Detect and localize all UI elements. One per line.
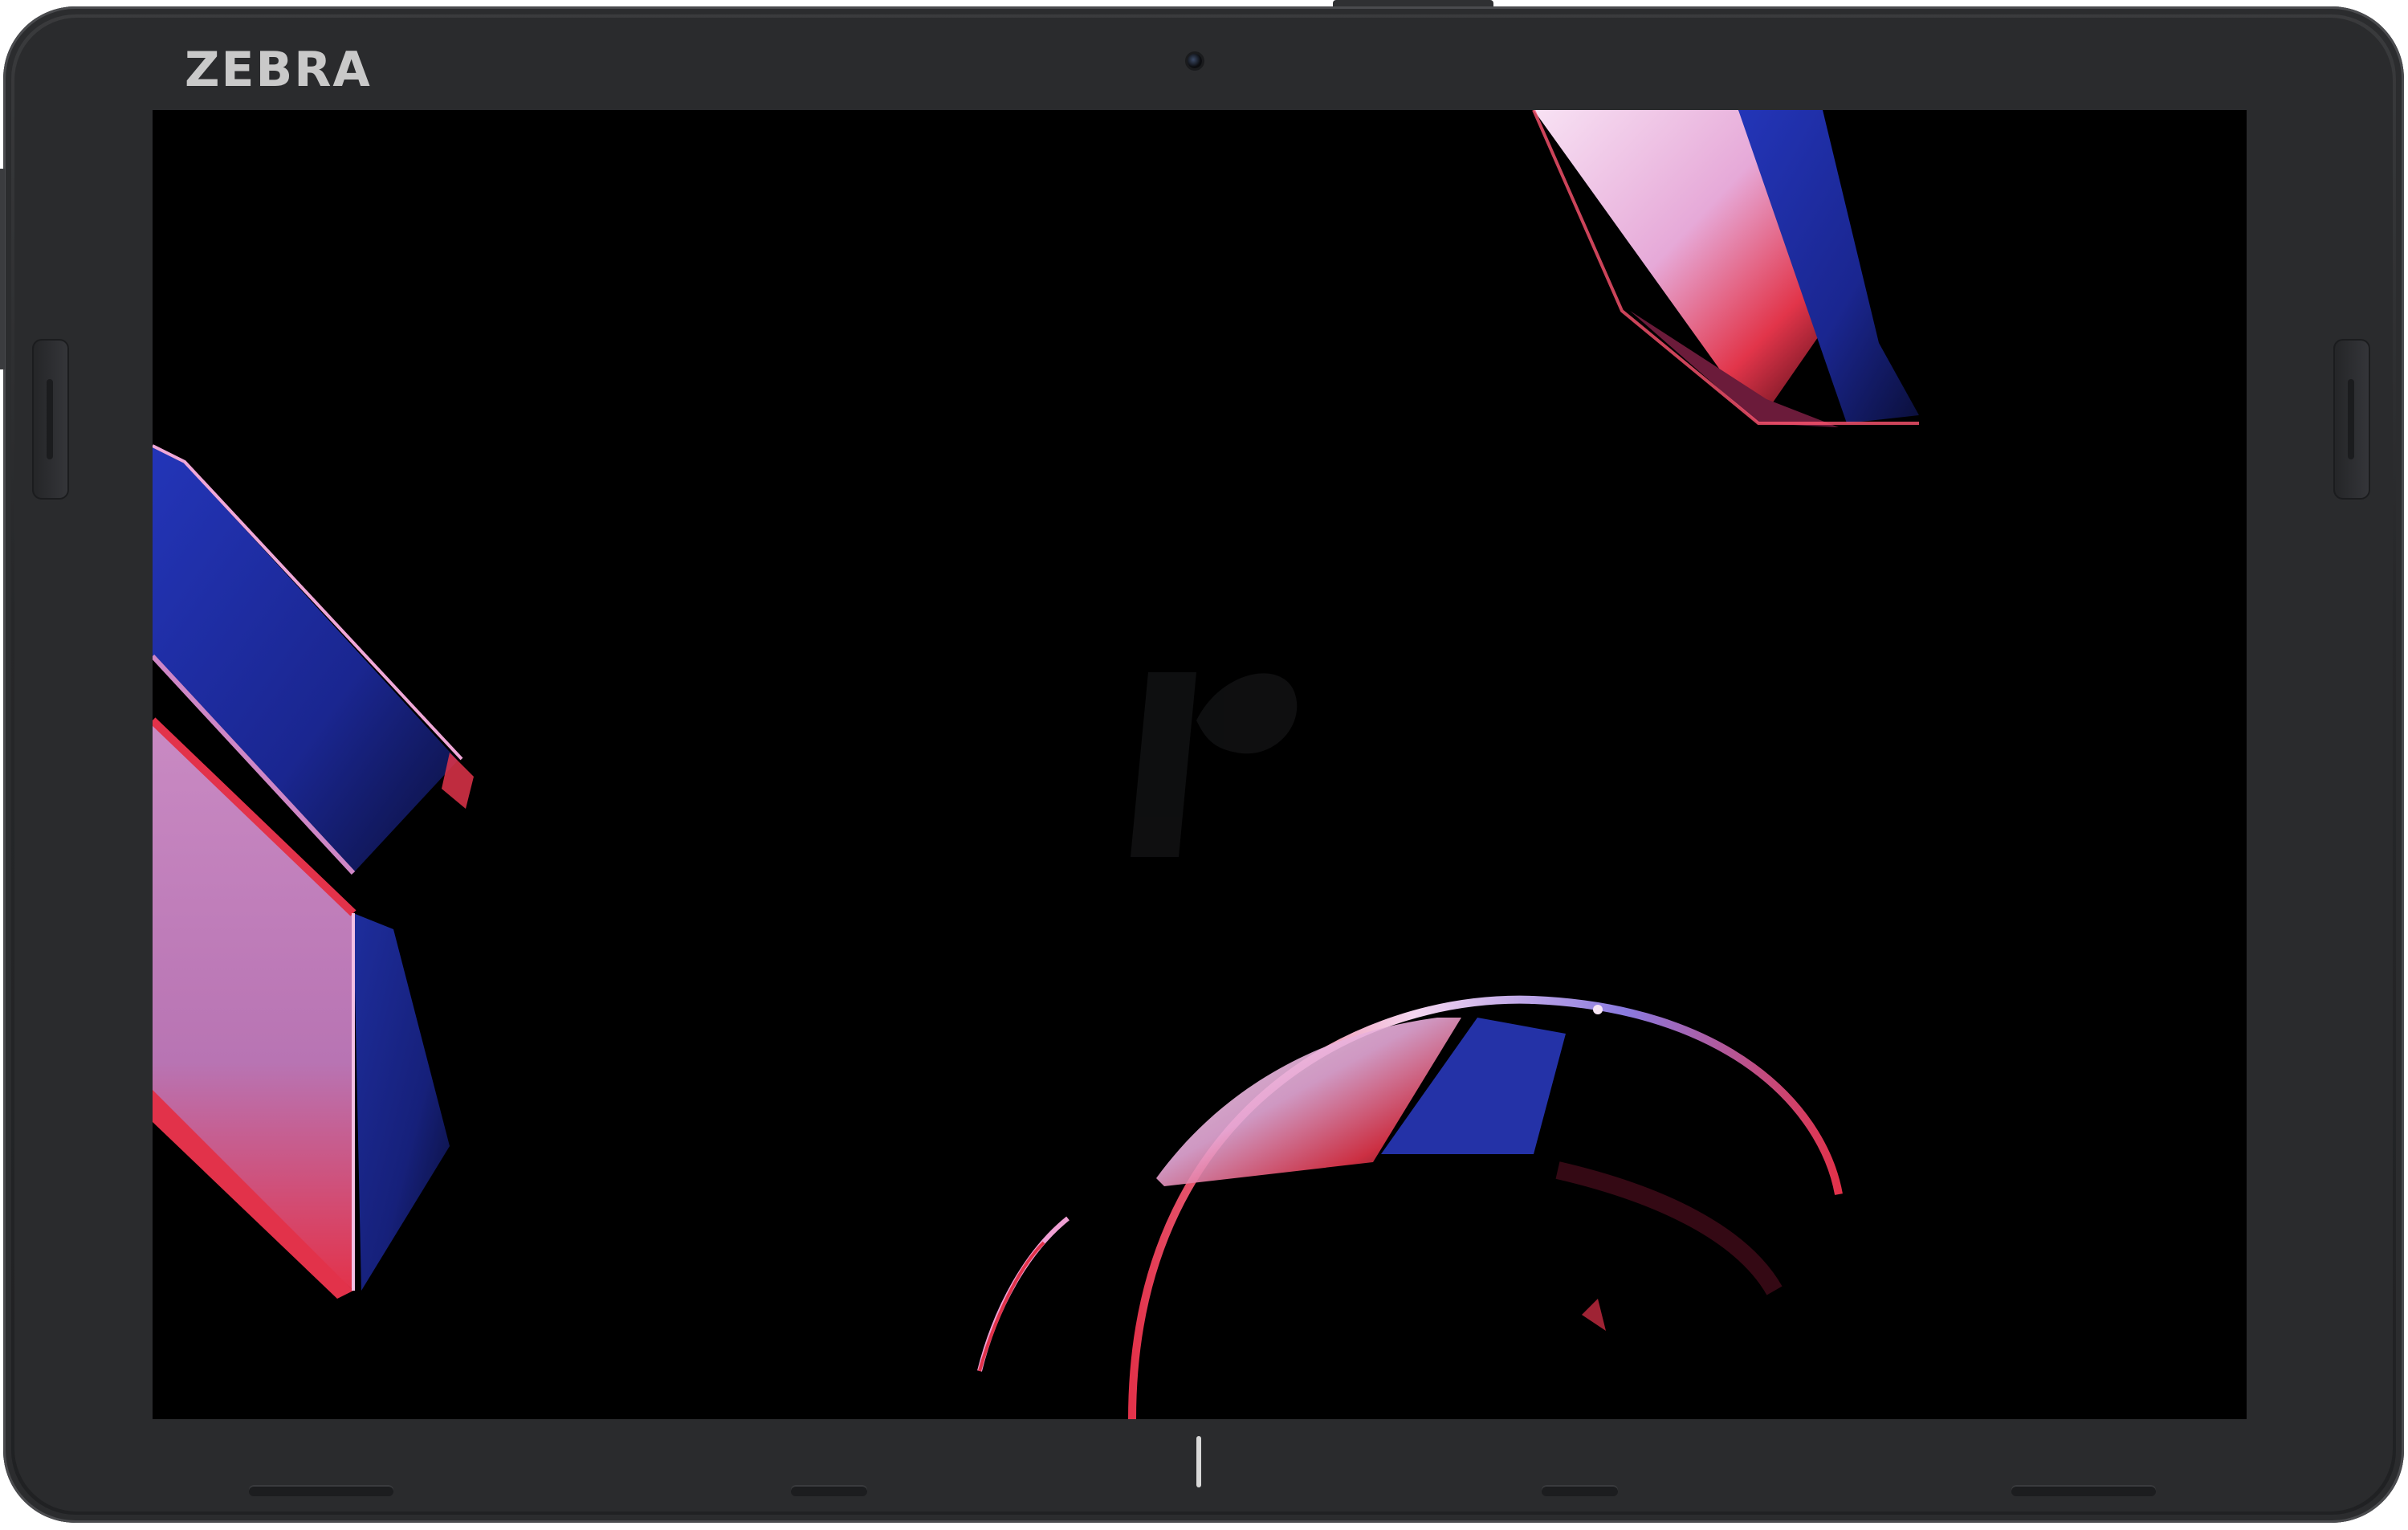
bottom-slot (1542, 1485, 1618, 1496)
speaker-grille (249, 1485, 393, 1496)
tablet-screen[interactable] (153, 110, 2247, 1419)
crystal-sphere (977, 995, 1843, 1419)
stylized-r-watermark-icon (1131, 672, 1298, 857)
button-groove (47, 379, 53, 459)
side-edge (0, 169, 5, 369)
product-photo: ZEBRA (0, 0, 2408, 1530)
home-indicator-icon[interactable] (1196, 1436, 1201, 1487)
button-groove (2348, 379, 2354, 459)
right-programmable-button (2333, 339, 2370, 500)
wallpaper (153, 110, 1919, 1419)
front-camera-icon (1188, 54, 1202, 68)
speaker-grille (2011, 1485, 2156, 1496)
left-programmable-button (32, 339, 69, 500)
brand-logo: ZEBRA (185, 42, 372, 98)
crystal-top-right (1532, 110, 1919, 427)
bottom-slot (791, 1485, 867, 1496)
